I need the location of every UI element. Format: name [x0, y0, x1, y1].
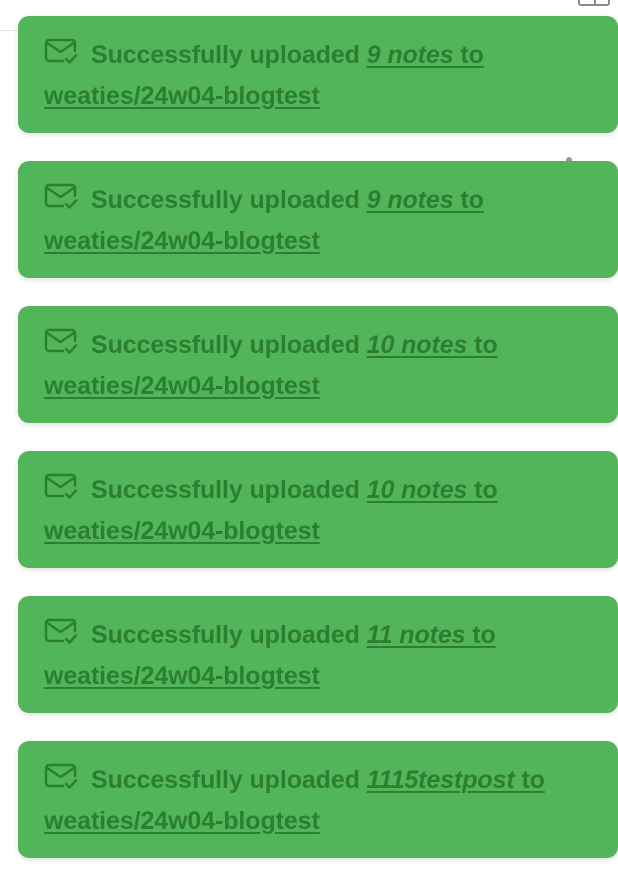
background-divider [0, 30, 18, 31]
notice-container: Successfully uploaded 9 notes to weaties… [18, 16, 618, 886]
notice-prefix: Successfully uploaded [91, 41, 367, 69]
upload-success-notice[interactable]: Successfully uploaded 10 notes to weatie… [18, 306, 618, 423]
notes-count-label: 10 notes [366, 331, 468, 359]
mail-check-icon [44, 763, 78, 791]
notice-message: Successfully uploaded 9 notes to weaties… [44, 180, 598, 261]
notice-to-text: to [465, 621, 496, 649]
repo-name: weaties/24w04-blogtest [44, 661, 320, 690]
notice-message: Successfully uploaded 10 notes to weatie… [44, 470, 598, 551]
mail-check-icon [44, 473, 78, 501]
mail-check-icon [44, 38, 78, 66]
notice-prefix: Successfully uploaded [91, 766, 367, 794]
notice-to-text: to [467, 331, 498, 359]
repo-name: weaties/24w04-blogtest [44, 226, 320, 255]
notice-prefix: Successfully uploaded [91, 186, 367, 214]
upload-success-notice[interactable]: Successfully uploaded 9 notes to weaties… [18, 161, 618, 278]
upload-success-notice[interactable]: Successfully uploaded 1115testpost to we… [18, 741, 618, 858]
notice-to-text: to [453, 186, 484, 214]
upload-success-notice[interactable]: Successfully uploaded 10 notes to weatie… [18, 451, 618, 568]
notice-message: Successfully uploaded 11 notes to weatie… [44, 615, 598, 696]
notice-message: Successfully uploaded 10 notes to weatie… [44, 325, 598, 406]
upload-success-notice[interactable]: Successfully uploaded 9 notes to weaties… [18, 16, 618, 133]
notes-count-label: 9 notes [366, 41, 454, 69]
notice-prefix: Successfully uploaded [91, 476, 367, 504]
notes-count-label: 10 notes [366, 476, 468, 504]
layout-toggle-icon[interactable] [578, 0, 610, 6]
notice-to-text: to [514, 766, 545, 794]
repo-name: weaties/24w04-blogtest [44, 516, 320, 545]
mail-check-icon [44, 618, 78, 646]
notice-message: Successfully uploaded 9 notes to weaties… [44, 35, 598, 116]
notice-to-text: to [453, 41, 484, 69]
notes-count-label: 1115testpost [366, 766, 515, 794]
notice-prefix: Successfully uploaded [91, 621, 367, 649]
repo-name: weaties/24w04-blogtest [44, 806, 320, 835]
notes-count-label: 11 notes [366, 621, 466, 649]
upload-success-notice[interactable]: Successfully uploaded 11 notes to weatie… [18, 596, 618, 713]
notice-message: Successfully uploaded 1115testpost to we… [44, 760, 598, 841]
mail-check-icon [44, 183, 78, 211]
notes-count-label: 9 notes [366, 186, 454, 214]
repo-name: weaties/24w04-blogtest [44, 371, 320, 400]
notice-prefix: Successfully uploaded [91, 331, 367, 359]
mail-check-icon [44, 328, 78, 356]
notice-to-text: to [467, 476, 498, 504]
repo-name: weaties/24w04-blogtest [44, 81, 320, 110]
